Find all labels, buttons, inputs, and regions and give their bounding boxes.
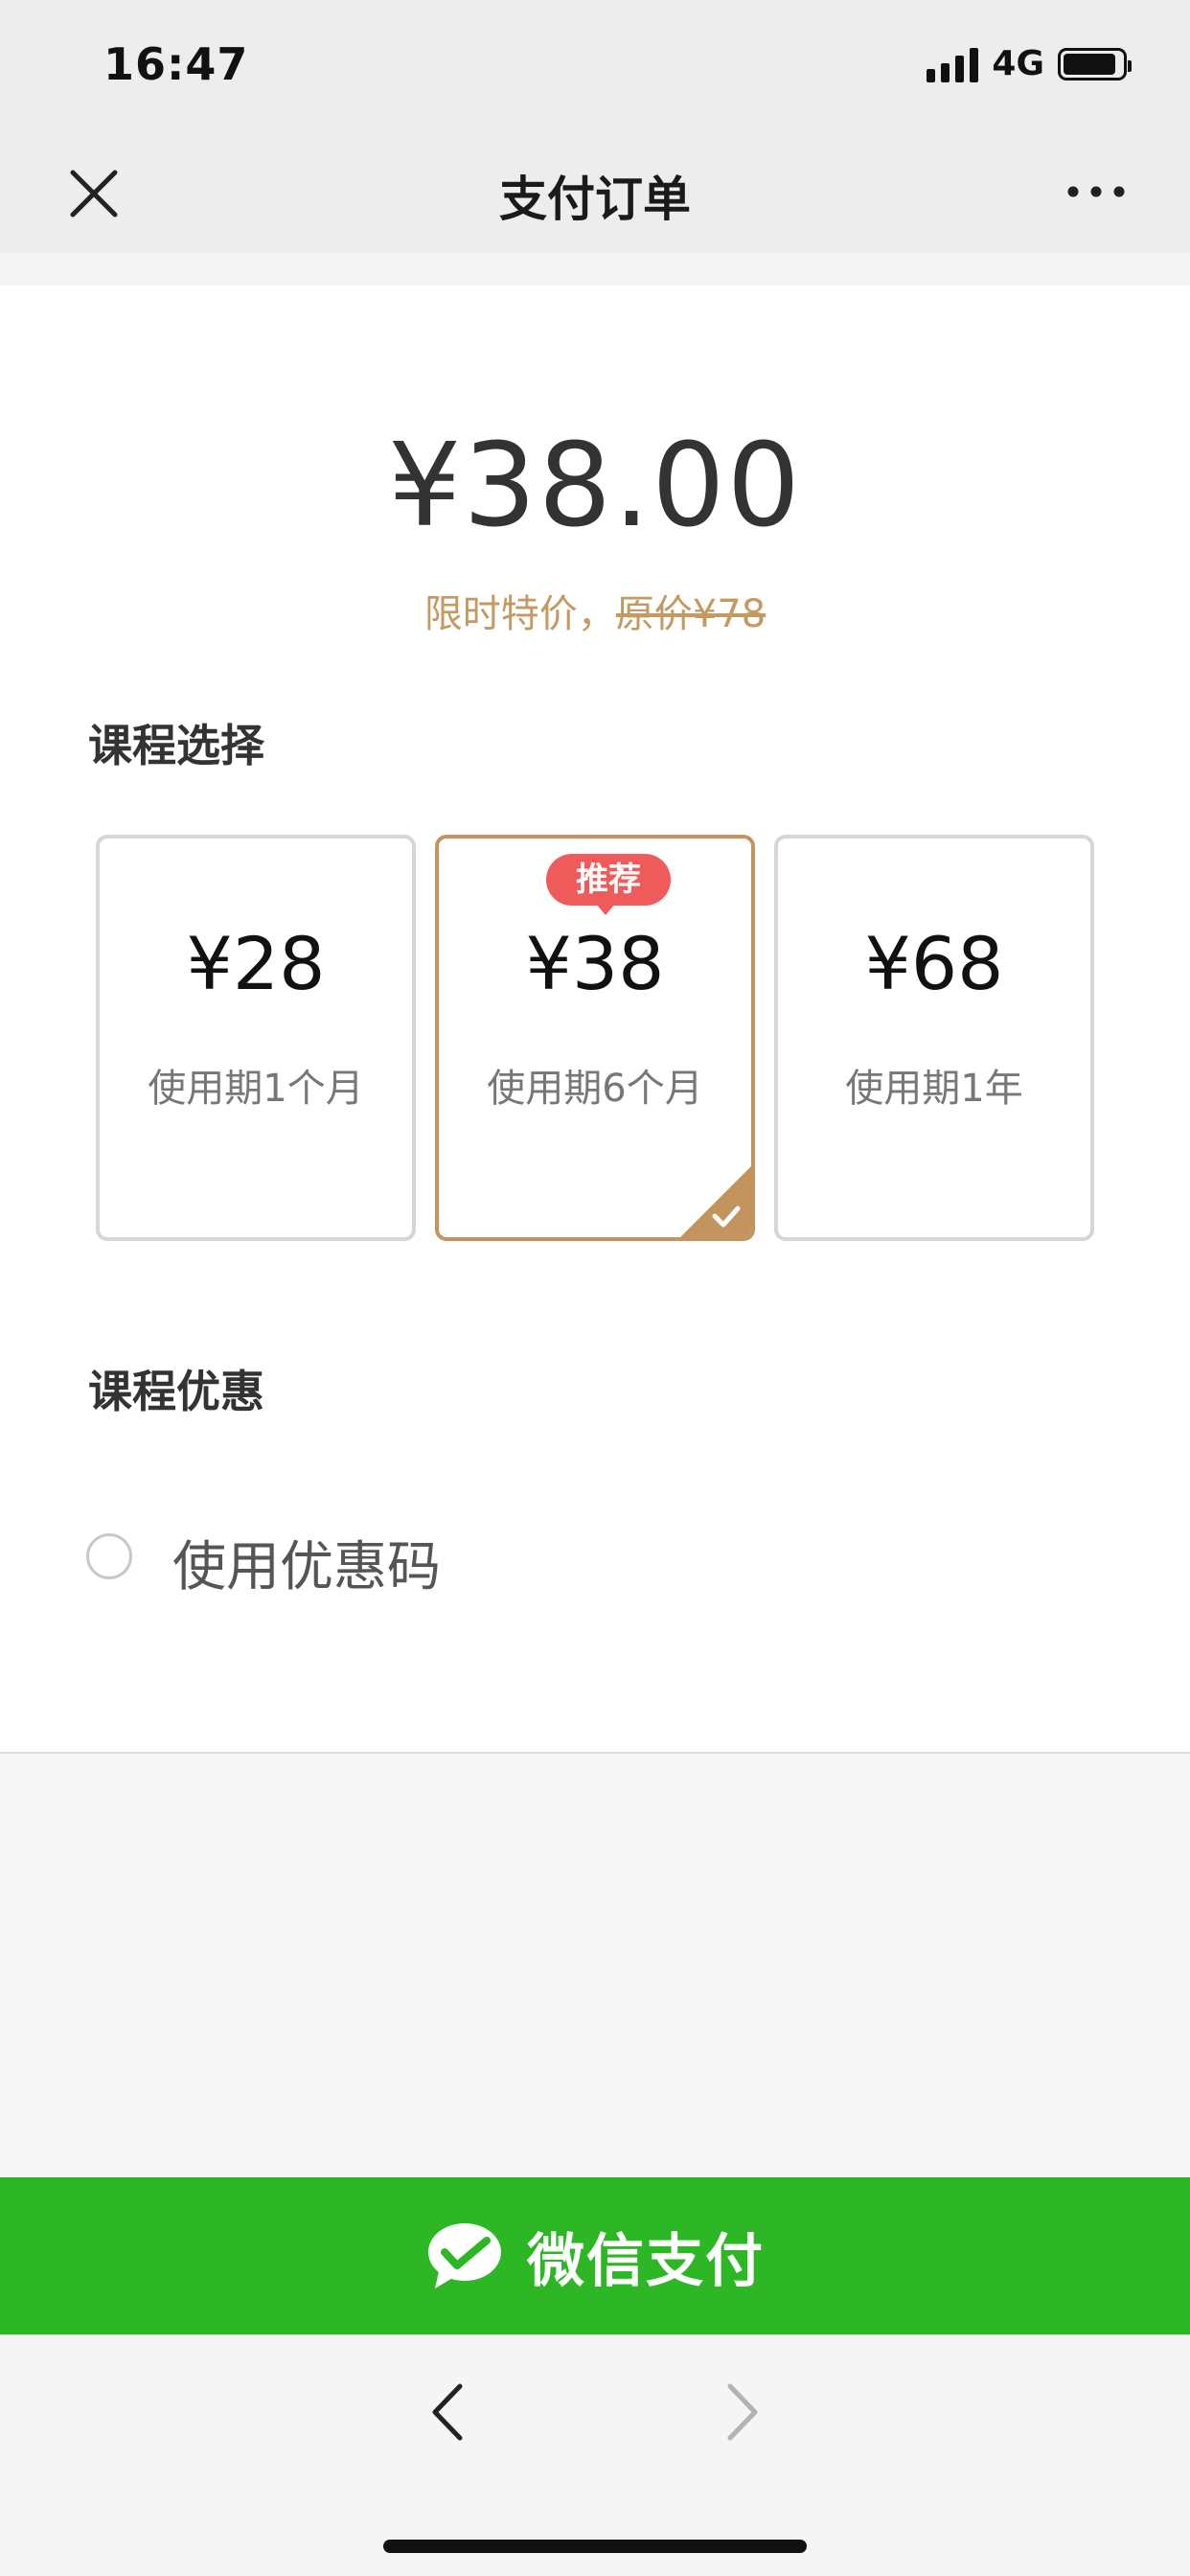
network-type: 4G (992, 44, 1044, 83)
wechat-pay-button[interactable]: 微信支付 (0, 2177, 1190, 2334)
plan-option-1-month[interactable]: ¥28 使用期1个月 (96, 835, 416, 1241)
nav-divider (0, 253, 1190, 286)
original-price: 原价¥78 (615, 592, 767, 636)
plan-duration: 使用期6个月 (487, 1067, 703, 1111)
chevron-left-icon[interactable] (422, 2379, 479, 2446)
plan-option-6-months[interactable]: 推荐 ¥38 使用期6个月 (435, 835, 755, 1241)
plan-price: ¥38 (525, 921, 665, 1006)
selected-check-icon (680, 1166, 751, 1237)
status-time: 16:47 (103, 38, 249, 90)
badge-pointer (596, 904, 615, 915)
browser-toolbar (0, 2334, 1190, 2576)
price-note-prefix: 限时特价， (423, 592, 616, 636)
more-icon[interactable] (1065, 180, 1127, 203)
plan-price: ¥28 (186, 921, 326, 1006)
nav-bar: 支付订单 (0, 126, 1190, 253)
plan-price: ¥68 (864, 921, 1004, 1006)
order-panel: ¥38.00 限时特价，原价¥78 课程选择 ¥28 使用期1个月 推荐 ¥38… (0, 286, 1190, 1754)
course-selection-title: 课程选择 (88, 720, 264, 771)
coupon-label: 使用优惠码 (172, 1536, 441, 1598)
status-bar: 16:47 4G (0, 0, 1190, 126)
chevron-right-icon[interactable] (711, 2379, 768, 2446)
coupon-radio[interactable] (86, 1533, 132, 1579)
plan-duration: 使用期1个月 (148, 1067, 364, 1111)
signal-bars-icon (927, 46, 979, 82)
plan-duration: 使用期1年 (845, 1067, 1023, 1111)
wechat-pay-icon (428, 2223, 501, 2288)
page-title: 支付订单 (499, 172, 691, 227)
coupon-option[interactable]: 使用优惠码 (86, 1512, 661, 1598)
status-indicators: 4G (927, 44, 1132, 83)
pay-button-label: 微信支付 (527, 2227, 765, 2295)
recommended-badge: 推荐 (546, 854, 671, 906)
payment-page: 16:47 4G 支付订单 ¥38.00 限时特价，原价¥78 课程选择 ¥28… (0, 0, 1190, 2576)
plan-option-1-year[interactable]: ¥68 使用期1年 (774, 835, 1094, 1241)
home-indicator[interactable] (383, 2540, 807, 2553)
course-discount-title: 课程优惠 (88, 1366, 264, 1417)
order-price: ¥38.00 (388, 420, 802, 553)
plan-options: ¥28 使用期1个月 推荐 ¥38 使用期6个月 ¥68 使用期1年 (96, 835, 1094, 1241)
price-note: 限时特价，原价¥78 (0, 583, 1190, 638)
battery-icon (1058, 47, 1132, 80)
